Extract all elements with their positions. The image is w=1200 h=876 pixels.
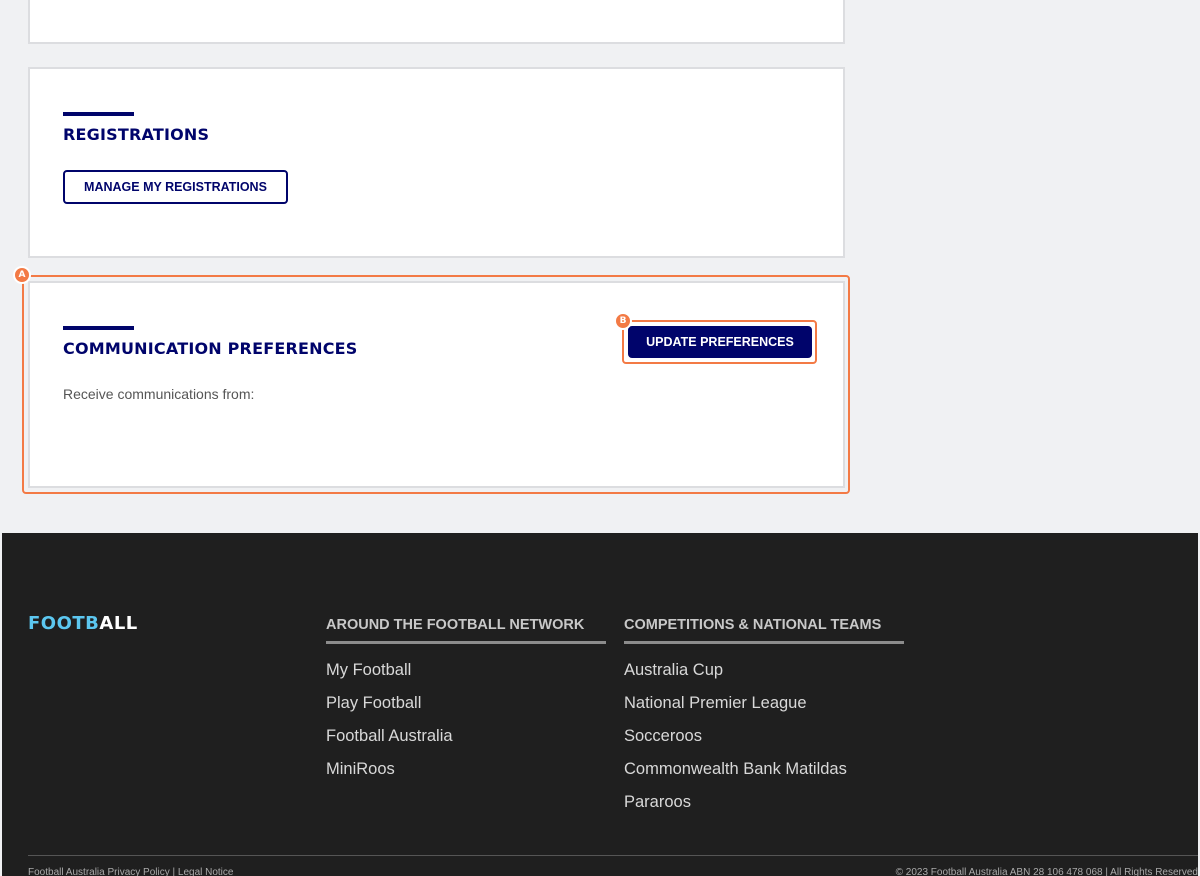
footer-link-socceroos[interactable]: Socceroos [624, 726, 904, 759]
registrations-title: REGISTRATIONS [63, 125, 210, 144]
previous-section-card [28, 0, 845, 44]
footer-link-pararoos[interactable]: Pararoos [624, 792, 904, 825]
update-preferences-button[interactable]: UPDATE PREFERENCES [628, 326, 812, 358]
logo-text-part2: ALL [99, 613, 138, 634]
footer-column-heading: COMPETITIONS & NATIONAL TEAMS [624, 617, 904, 644]
footer-link-matildas[interactable]: Commonwealth Bank Matildas [624, 759, 904, 792]
footer-link-play-football[interactable]: Play Football [326, 693, 606, 726]
section-accent-bar [63, 112, 134, 116]
registrations-card: REGISTRATIONS MANAGE MY REGISTRATIONS [28, 67, 845, 258]
footer-column-heading: AROUND THE FOOTBALL NETWORK [326, 617, 606, 644]
manage-registrations-button[interactable]: MANAGE MY REGISTRATIONS [63, 170, 288, 204]
footer-column-competitions: COMPETITIONS & NATIONAL TEAMS Australia … [624, 617, 904, 825]
section-accent-bar [63, 326, 134, 330]
annotation-badge-b: B [614, 312, 632, 330]
communication-preferences-card: COMMUNICATION PREFERENCES UPDATE PREFERE… [28, 281, 845, 488]
communication-preferences-title: COMMUNICATION PREFERENCES [63, 339, 358, 358]
football-logo[interactable]: FOOTBALL [28, 613, 138, 634]
footer-link-football-australia[interactable]: Football Australia [326, 726, 606, 759]
footer-link-my-football[interactable]: My Football [326, 660, 606, 693]
footer-copyright: © 2023 Football Australia ABN 28 106 478… [895, 867, 1198, 876]
annotation-badge-a: A [13, 266, 31, 284]
footer-divider [28, 855, 1198, 856]
footer-column-network: AROUND THE FOOTBALL NETWORK My Football … [326, 617, 606, 792]
footer-link-national-premier-league[interactable]: National Premier League [624, 693, 904, 726]
footer-link-miniroos[interactable]: MiniRoos [326, 759, 606, 792]
receive-communications-label: Receive communications from: [63, 386, 255, 402]
footer-legal-links[interactable]: Football Australia Privacy Policy | Lega… [28, 867, 233, 876]
logo-text-part1: FOOTB [28, 613, 100, 634]
site-footer: FOOTBALL AROUND THE FOOTBALL NETWORK My … [2, 533, 1198, 876]
footer-link-australia-cup[interactable]: Australia Cup [624, 660, 904, 693]
